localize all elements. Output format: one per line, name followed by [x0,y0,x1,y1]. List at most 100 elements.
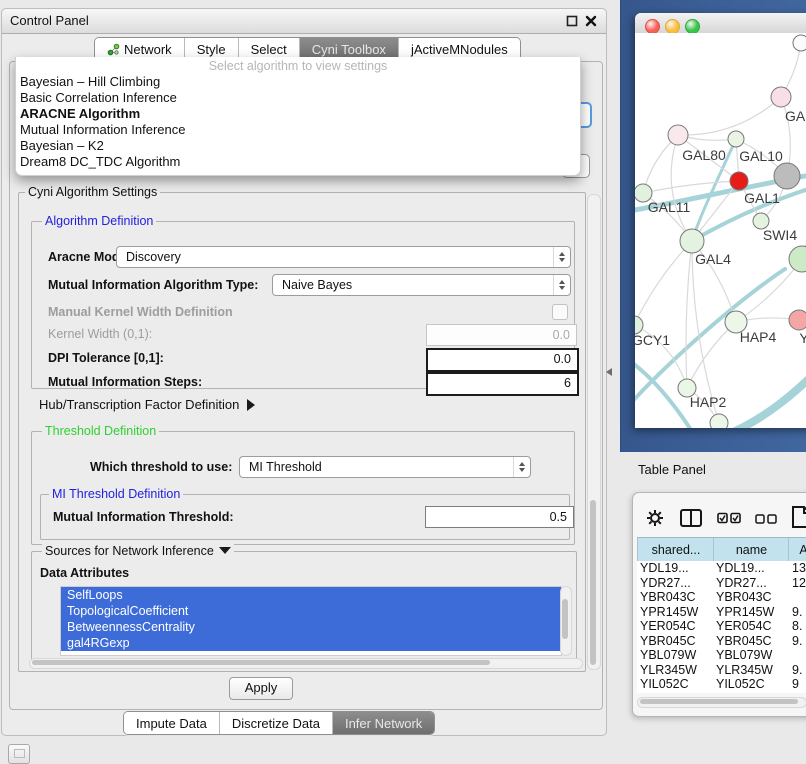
attributes-scrollbar[interactable] [560,586,572,656]
kernel-width-field[interactable]: 0.0 [426,324,577,346]
attribute-item-selfloops[interactable]: SelfLoops [61,587,561,603]
attribute-item-gal4rgexp[interactable]: gal4RGexp [61,635,561,651]
tab-impute-data[interactable]: Impute Data [124,712,219,734]
splitpane-collapse-handle[interactable] [606,368,612,376]
sources-title[interactable]: Sources for Network Inference [42,544,234,558]
network-node-14[interactable] [710,414,728,428]
network-edge[interactable] [731,367,806,428]
close-panel-icon[interactable] [585,15,597,27]
settings-horizontal-scrollbar[interactable] [29,658,583,669]
checked-boxes-icon[interactable] [717,512,743,524]
collapse-down-icon [219,547,231,554]
mi-steps-field[interactable]: 6 [426,372,579,396]
unchecked-boxes-icon[interactable] [755,514,779,524]
table-cell: YLR345W [716,663,787,678]
network-desktop: GALGAL80GAL10GAL1GAL11SWI4GAL4GCY1HAP4YH… [620,0,806,452]
algorithm-option-basic-correlation-inference[interactable]: Basic Correlation Inference [16,90,580,106]
network-node-y[interactable] [789,310,806,330]
table-row[interactable]: YPR145WYPR145W9. [637,605,806,620]
algorithm-option-dream8-dc-tdc-algorithm[interactable]: Dream8 DC_TDC Algorithm [16,154,580,170]
network-window-titlebar[interactable] [635,13,806,34]
table-cell: YBL079W [716,648,787,663]
attribute-item-betweennesscentrality[interactable]: BetweennessCentrality [61,619,561,635]
columns-icon[interactable] [679,508,703,528]
table-row[interactable]: YIL052CYIL052C9 [637,677,806,692]
network-canvas[interactable]: GALGAL80GAL10GAL1GAL11SWI4GAL4GCY1HAP4YH… [635,33,806,428]
which-threshold-combo[interactable]: MI Threshold [239,456,531,478]
hub-definition-expander[interactable]: Hub/Transcription Factor Definition [39,397,255,412]
window-zoom-button[interactable] [685,19,700,34]
control-panel-titlebar: Control Panel [2,9,606,34]
network-node-gal4[interactable] [680,229,704,253]
column-header-name[interactable]: name [713,538,789,562]
table-panel-strip: Table Panel [620,452,806,492]
table-row[interactable]: YBR043CYBR043C [637,590,806,605]
algorithm-option-aracne-algorithm[interactable]: ARACNE Algorithm [16,106,580,122]
expand-right-icon [247,399,255,411]
column-header-a[interactable]: A [788,538,806,562]
table-cell: YER054C [716,619,787,634]
network-node-5[interactable] [774,163,800,189]
table-row[interactable]: YLR345WYLR345W9. [637,663,806,678]
float-panel-icon[interactable] [566,15,578,27]
table-cell: 13 [792,561,806,576]
tab-discretize-data[interactable]: Discretize Data [219,712,332,734]
table-row[interactable]: YBL079WYBL079W [637,648,806,663]
table-row[interactable]: YBR045CYBR045C9. [637,634,806,649]
manual-kernel-checkbox[interactable] [552,304,568,320]
combo-spinner-icon [553,247,570,267]
network-node-gal1[interactable] [730,172,748,190]
table-cell: YDR27... [716,576,787,591]
window-minimize-button[interactable] [665,19,680,34]
tab-label: Select [251,42,287,57]
network-edge[interactable] [678,97,781,135]
gear-icon[interactable] [645,508,665,528]
settings-vertical-scrollbar[interactable] [587,194,601,670]
attribute-item-topologicalcoefficient[interactable]: TopologicalCoefficient [61,603,561,619]
network-node-gal80[interactable] [668,125,688,145]
which-threshold-label: Which threshold to use: [90,460,232,474]
mi-threshold-label: Mutual Information Threshold: [53,510,234,524]
panel-title: Control Panel [10,9,89,33]
algorithm-list: Bayesian – Hill ClimbingBasic Correlatio… [16,74,580,170]
table-row[interactable]: YER054CYER054C8. [637,619,806,634]
mi-steps-label: Mutual Information Steps: [48,375,202,389]
network-node-gal10[interactable] [728,131,744,147]
mi-threshold-group: MI Threshold Definition Mutual Informati… [40,494,570,540]
page-icon[interactable] [791,505,806,529]
table-cell: YPR145W [640,605,711,620]
tab-label: Cyni Toolbox [312,42,386,57]
network-edge[interactable] [635,241,692,325]
network-icon [107,43,120,56]
screenshot-root: { "control_panel": { "title": "Control P… [0,0,806,762]
tab-label: Discretize Data [232,716,320,731]
window-close-button[interactable] [645,19,660,34]
tab-label: Infer Network [345,716,422,731]
table-row[interactable]: YDL19...YDL19...13 [637,561,806,576]
table-row[interactable]: YDR27...YDR27...12 [637,576,806,591]
aracne-mode-combo[interactable]: Discovery [116,246,571,268]
node-label: GAL1 [744,190,780,206]
node-label: GAL10 [739,148,783,164]
hide-panel-button[interactable] [8,744,30,764]
table-horizontal-scrollbar[interactable] [637,697,806,708]
algorithm-option-bayesian-hill-climbing[interactable]: Bayesian – Hill Climbing [16,74,580,90]
algorithm-option-mutual-information-inference[interactable]: Mutual Information Inference [16,122,580,138]
apply-button[interactable]: Apply [229,677,293,700]
tab-infer-network[interactable]: Infer Network [332,712,434,734]
algorithm-definition-group: Algorithm Definition Aracne Mode: Discov… [31,221,575,389]
network-edge[interactable] [686,241,692,388]
algorithm-option-bayesian-k2[interactable]: Bayesian – K2 [16,138,580,154]
network-node-gal[interactable] [771,87,791,107]
network-node-0[interactable] [793,35,806,51]
mi-threshold-field[interactable]: 0.5 [425,506,574,528]
mi-type-combo[interactable]: Naive Bayes [272,274,571,296]
network-edge[interactable] [687,322,736,388]
network-node-9[interactable] [789,246,806,272]
tab-label: Impute Data [136,716,207,731]
group-title: Cyni Algorithm Settings [25,185,160,199]
table-body: YDL19...YDL19...13YDR27...YDR27...12YBR0… [637,561,806,693]
column-header-shared[interactable]: shared... [637,538,714,562]
dpi-tolerance-field[interactable]: 0.0 [426,348,579,372]
network-window[interactable]: GALGAL80GAL10GAL1GAL11SWI4GAL4GCY1HAP4YH… [635,13,806,428]
